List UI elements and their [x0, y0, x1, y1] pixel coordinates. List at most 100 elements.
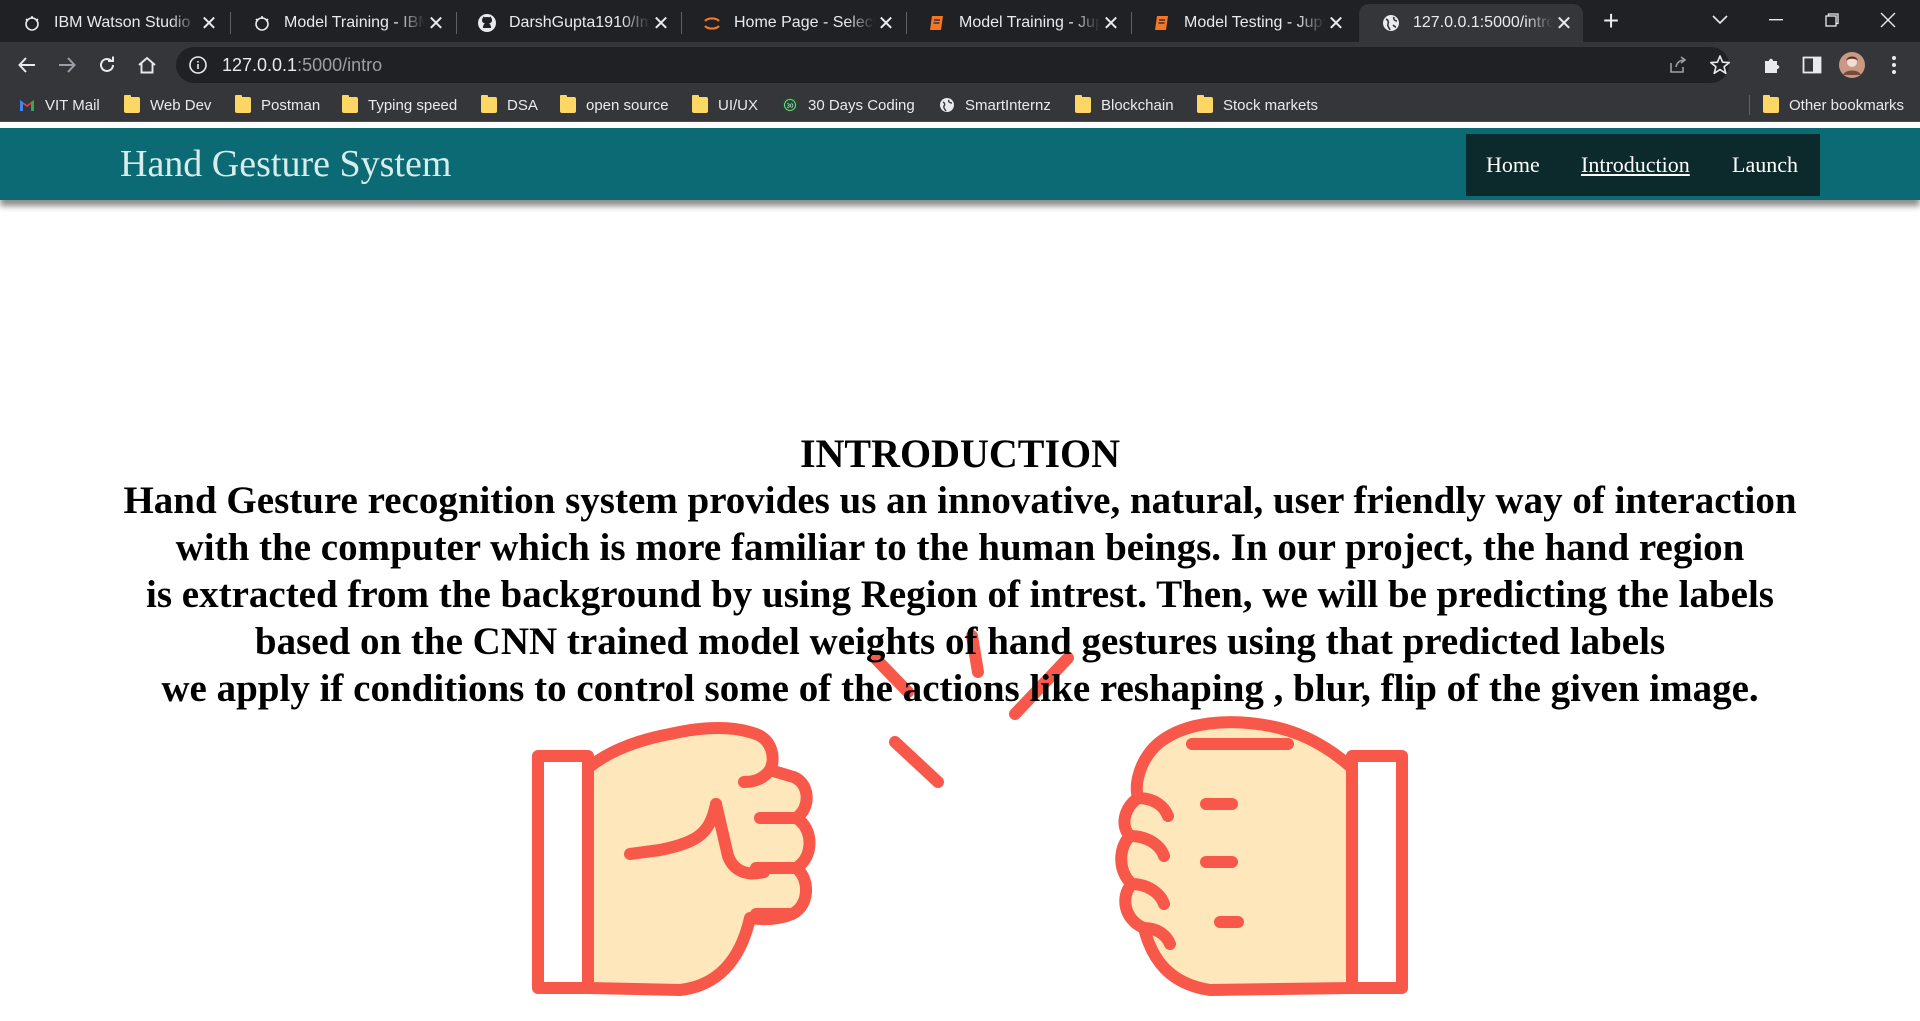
tab-github[interactable]: DarshGupta1910/Ima ✕ [455, 4, 680, 42]
close-icon[interactable]: ✕ [425, 12, 447, 35]
tab-search-button[interactable] [1692, 0, 1748, 40]
star-icon[interactable] [1709, 54, 1731, 76]
tab-title: Model Testing - Jupyt [1184, 14, 1325, 31]
bookmark-other-bookmarks[interactable]: Other bookmarks [1763, 94, 1904, 116]
reload-icon [100, 56, 114, 72]
avatar [1839, 52, 1865, 78]
intro-text-line: based on the CNN trained model weights o… [254, 620, 1666, 663]
tab-title: IBM Watson Studio [54, 14, 191, 31]
intro-heading: INTRODUCTION [799, 431, 1121, 476]
ibm-watson-icon [22, 13, 42, 33]
svg-text:30: 30 [787, 103, 794, 109]
close-icon[interactable]: ✕ [198, 12, 220, 35]
bookmark-ui-ux[interactable]: UI/UX [692, 94, 758, 116]
minimize-icon [1769, 19, 1783, 21]
menu-button[interactable] [1880, 51, 1908, 79]
bookmark-web-dev[interactable]: Web Dev [124, 94, 211, 116]
intro-text-line: Hand Gesture recognition system provides… [123, 479, 1797, 522]
puzzle-icon [1765, 58, 1780, 73]
tab-title: DarshGupta1910/Ima [509, 14, 650, 31]
bookmark-label: DSA [507, 96, 538, 114]
bookmark-label: 30 Days Coding [808, 96, 915, 114]
close-icon[interactable]: ✕ [1325, 12, 1347, 35]
folder-icon [235, 95, 251, 113]
tab-model-training-ibm[interactable]: Model Training - IBM ✕ [230, 4, 455, 42]
minimize-button[interactable] [1748, 0, 1804, 40]
bookmark-blockchain[interactable]: Blockchain [1075, 94, 1174, 116]
folder-icon [560, 95, 576, 113]
info-icon[interactable] [188, 55, 208, 75]
bookmark-label: Typing speed [368, 96, 458, 114]
bookmark-label: UI/UX [718, 96, 759, 114]
back-button[interactable] [11, 49, 43, 81]
tab-model-training-jupyter[interactable]: Model Training - Jupy ✕ [905, 4, 1130, 42]
folder-icon [1075, 95, 1091, 113]
tab-title: Model Training - IBM [284, 14, 425, 31]
page-viewport: Hand Gesture System Home Introduction La… [0, 122, 1920, 1021]
nav-introduction-link[interactable]: Introduction [1581, 152, 1690, 178]
intro-section: INTRODUCTION Hand Gesture recognition sy… [0, 430, 1920, 712]
bookmark-label: Other bookmarks [1789, 96, 1905, 114]
nav-home-link[interactable]: Home [1486, 152, 1540, 178]
restore-button[interactable] [1804, 0, 1860, 40]
folder-icon [692, 95, 708, 113]
bookmark-stock-markets[interactable]: Stock markets [1197, 94, 1318, 116]
jupyter-icon [702, 13, 722, 33]
folder-icon [1763, 95, 1779, 113]
close-icon[interactable]: ✕ [1100, 12, 1122, 35]
reload-button[interactable] [91, 49, 123, 81]
close-icon[interactable]: ✕ [875, 12, 897, 35]
close-icon[interactable]: ✕ [650, 12, 672, 35]
side-panel-button[interactable] [1798, 51, 1826, 79]
folder-icon [1197, 95, 1213, 113]
url-host: 127.0.0.1 [222, 54, 298, 75]
bookmark-30-days-coding[interactable]: 30 30 Days Coding [782, 94, 915, 116]
forward-button[interactable] [51, 49, 83, 81]
gmail-icon [20, 100, 34, 111]
browser-tab-strip: IBM Watson Studio ✕ Model Training - IBM… [0, 0, 1920, 42]
home-button[interactable] [131, 49, 163, 81]
github-icon [477, 13, 497, 33]
chevron-down-icon [1712, 15, 1728, 25]
ibm-watson-icon [252, 13, 272, 33]
site-header: Hand Gesture System Home Introduction La… [0, 128, 1920, 200]
arrow-right-icon [59, 57, 76, 73]
tab-title: Model Training - Jupy [959, 14, 1100, 31]
bookmark-label: open source [586, 96, 669, 114]
bookmark-vit-mail[interactable]: VIT Mail [19, 94, 100, 116]
bookmark-typing-speed[interactable]: Typing speed [342, 94, 457, 116]
close-icon [1880, 12, 1896, 28]
bookmark-label: Postman [261, 96, 321, 114]
notebook-icon [1152, 13, 1172, 33]
side-panel-icon [1802, 56, 1822, 74]
badge-icon: 30 [782, 97, 798, 113]
notebook-icon [927, 13, 947, 33]
bookmark-label: VIT Mail [45, 96, 100, 114]
bookmark-dsa[interactable]: DSA [481, 94, 538, 116]
bookmark-label: SmartInternz [965, 96, 1051, 114]
site-title: Hand Gesture System [120, 143, 452, 185]
close-icon[interactable]: ✕ [1553, 12, 1575, 35]
globe-icon [940, 98, 954, 112]
tab-ibm-watson-studio[interactable]: IBM Watson Studio ✕ [0, 4, 228, 42]
new-tab-button[interactable]: + [1596, 5, 1626, 36]
tab-intro-active[interactable]: 127.0.0.1:5000/intro ✕ [1359, 4, 1583, 42]
site-nav: Home Introduction Launch [1466, 134, 1820, 196]
close-window-button[interactable] [1860, 0, 1916, 40]
tab-model-testing-jupyter[interactable]: Model Testing - Jupyt ✕ [1130, 4, 1355, 42]
tab-title: Home Page - Select o [734, 14, 875, 31]
profile-button[interactable] [1838, 51, 1866, 79]
extensions-button[interactable] [1758, 51, 1786, 79]
bookmarks-bar: VIT Mail Web Dev Postman Typing speed DS… [0, 88, 1920, 122]
url-path: :5000/intro [297, 54, 383, 75]
intro-text-line: with the computer which is more familiar… [175, 526, 1745, 569]
bookmark-open-source[interactable]: open source [560, 94, 669, 116]
address-bar[interactable]: 127.0.0.1:5000/intro [176, 47, 1731, 83]
bookmark-label: Stock markets [1223, 96, 1319, 114]
tab-jupyter-home[interactable]: Home Page - Select o ✕ [680, 4, 905, 42]
nav-launch-link[interactable]: Launch [1732, 152, 1798, 178]
globe-icon [1381, 13, 1401, 33]
share-icon[interactable] [1668, 55, 1688, 75]
bookmark-smartinternz[interactable]: SmartInternz [939, 94, 1051, 116]
bookmark-postman[interactable]: Postman [235, 94, 320, 116]
